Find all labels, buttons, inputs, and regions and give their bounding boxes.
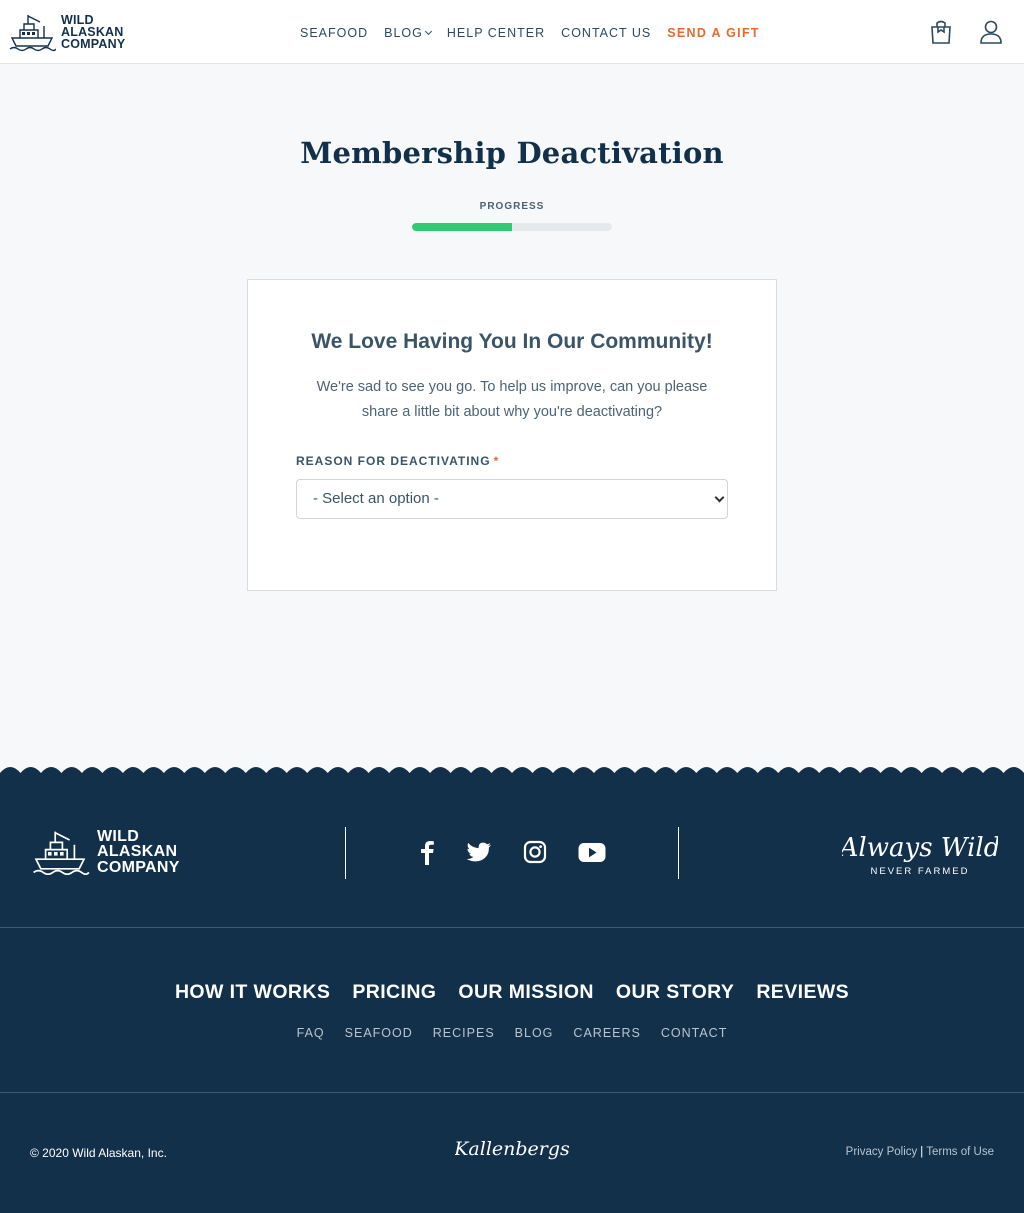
reason-select[interactable]: - Select an option - [296, 479, 728, 519]
always-wild-tagline: Always Wild NEVER FARMED [842, 833, 998, 877]
facebook-link[interactable] [412, 838, 442, 866]
footer-divider [345, 827, 346, 879]
footer-wordmark: WILD ALASKAN COMPANY [97, 829, 180, 876]
required-marker: * [493, 454, 500, 468]
legal-links: Privacy Policy | Terms of Use [846, 1146, 994, 1158]
youtube-link[interactable] [577, 838, 607, 866]
instagram-link[interactable] [520, 838, 550, 866]
footer-primary-links: HOW IT WORKS PRICING OUR MISSION OUR STO… [0, 981, 1024, 1004]
main-nav: SEAFOOD BLOG HELP CENTER CONTACT US SEND… [300, 26, 760, 40]
chevron-down-icon [424, 27, 432, 36]
terms-of-use-link[interactable]: Terms of Use [926, 1146, 994, 1158]
card-description: We're sad to see you go. To help us impr… [316, 379, 708, 420]
footer-logo[interactable]: WILD ALASKAN COMPANY [30, 828, 180, 876]
logo-line: ALASKAN [97, 843, 178, 861]
nav-help-center[interactable]: HELP CENTER [447, 26, 545, 40]
cart-button[interactable] [928, 18, 954, 46]
twitter-link[interactable] [464, 838, 494, 866]
logo-line: COMPANY [61, 37, 126, 51]
user-icon [980, 20, 1002, 44]
footer-link-careers[interactable]: CAREERS [573, 1026, 640, 1040]
brand-logo[interactable]: WILD ALASKAN COMPANY [8, 12, 125, 52]
kallenbergs-logo[interactable]: Kallenbergs [455, 1132, 569, 1166]
legal-separator: | [920, 1146, 924, 1158]
page-title: Membership Deactivation [300, 136, 724, 170]
footer-link-our-story[interactable]: OUR STORY [616, 981, 734, 1004]
footer-divider [678, 827, 679, 879]
partner-wordmark: Kallenbergs [455, 1138, 569, 1160]
footer-link-seafood[interactable]: SEAFOOD [345, 1026, 413, 1040]
instagram-icon [523, 840, 547, 864]
footer-link-our-mission[interactable]: OUR MISSION [458, 981, 594, 1004]
nav-send-a-gift[interactable]: SEND A GIFT [667, 26, 760, 40]
footer-link-recipes[interactable]: RECIPES [433, 1026, 495, 1040]
footer-link-faq[interactable]: FAQ [297, 1026, 325, 1040]
facebook-icon [421, 841, 434, 865]
progress-label: PROGRESS [479, 201, 545, 212]
site-footer: WILD ALASKAN COMPANY Always Wild NEVER F… [0, 780, 1024, 1213]
fishing-boat-icon [9, 15, 56, 52]
tagline-sub: NEVER FARMED [871, 866, 970, 877]
footer-link-contact[interactable]: CONTACT [661, 1026, 728, 1040]
footer-link-blog[interactable]: BLOG [515, 1026, 554, 1040]
privacy-policy-link[interactable]: Privacy Policy [846, 1146, 918, 1158]
twitter-icon [466, 842, 491, 862]
fishing-boat-icon [33, 831, 90, 876]
reason-field-label: REASON FOR DEACTIVATING * [296, 454, 499, 468]
reason-select-value: - Select an option - [313, 490, 439, 507]
youtube-icon [578, 843, 606, 862]
footer-rule [0, 1092, 1024, 1093]
nav-blog[interactable]: BLOG [384, 26, 432, 40]
footer-link-reviews[interactable]: REVIEWS [756, 981, 849, 1004]
nav-contact-us[interactable]: CONTACT US [561, 26, 651, 40]
footer-link-how-it-works[interactable]: HOW IT WORKS [175, 981, 330, 1004]
wave-divider [0, 767, 1024, 781]
brand-wordmark: WILD ALASKAN COMPANY [61, 14, 126, 51]
reason-label-text: REASON FOR DEACTIVATING [296, 454, 491, 468]
footer-secondary-links: FAQ SEAFOOD RECIPES BLOG CAREERS CONTACT [0, 1026, 1024, 1040]
card-heading: We Love Having You In Our Community! [311, 330, 713, 353]
footer-rule [0, 927, 1024, 928]
account-button[interactable] [978, 18, 1004, 46]
logo-line: COMPANY [97, 858, 180, 876]
site-header: WILD ALASKAN COMPANY SEAFOOD BLOG HELP C… [0, 0, 1024, 64]
copyright-text: © 2020 Wild Alaskan, Inc. [30, 1146, 167, 1160]
progress-bar [412, 223, 612, 231]
cart-icon [931, 20, 951, 44]
nav-seafood[interactable]: SEAFOOD [300, 26, 368, 40]
progress-fill [412, 223, 512, 231]
chevron-down-icon [714, 492, 725, 503]
footer-link-pricing[interactable]: PRICING [352, 981, 436, 1004]
deactivation-card: We Love Having You In Our Community! We'… [247, 279, 777, 591]
tagline-script: Always Wild [842, 833, 998, 863]
logo-line: WILD [97, 827, 140, 845]
nav-blog-label: BLOG [384, 26, 423, 40]
